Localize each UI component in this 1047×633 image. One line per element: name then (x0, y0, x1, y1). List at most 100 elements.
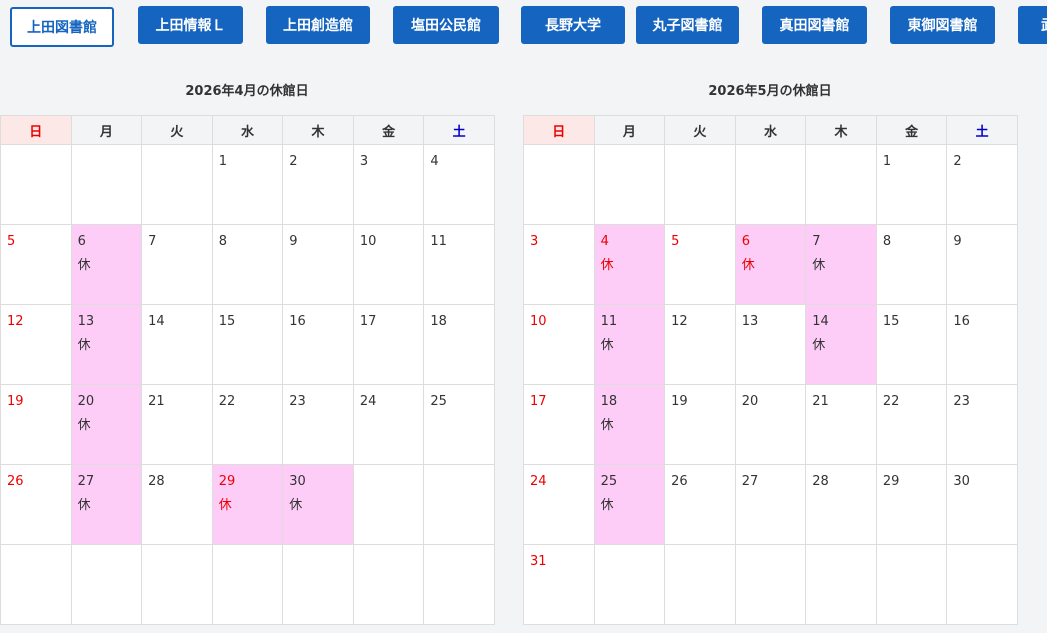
day-number: 4 (600, 234, 609, 249)
day-number: 15 (882, 314, 900, 329)
day-number: 26 (671, 474, 688, 489)
day-number: 27 (77, 474, 95, 489)
weekday-header: 月 (593, 115, 666, 145)
calendar-day (0, 144, 72, 225)
day-number: 31 (530, 554, 547, 569)
day-number: 29 (218, 474, 236, 489)
weekday-header: 土 (423, 115, 495, 145)
weekday-header: 土 (946, 115, 1018, 145)
day-number: 16 (953, 314, 970, 329)
calendar-day: 28 (805, 464, 877, 545)
calendar-day (70, 544, 143, 625)
calendar-week-row: 12 13 休 14 15 16 17 18 (0, 304, 495, 385)
closed-mark: 休 (812, 258, 826, 273)
day-number: 13 (77, 314, 95, 329)
day-number: 6 (77, 234, 86, 249)
library-tab[interactable]: 丸子図書館 (636, 6, 739, 44)
closed-mark: 休 (600, 338, 614, 353)
day-number: 24 (530, 474, 547, 489)
weekday-header: 木 (282, 115, 354, 145)
day-number: 9 (289, 234, 298, 249)
calendar-title: 2026年5月の休館日 (708, 84, 832, 99)
calendar-day-closed: 6休 (734, 224, 807, 305)
day-number: 14 (812, 314, 829, 329)
calendar-day: 22 (875, 384, 948, 465)
day-number: 30 (953, 474, 970, 489)
day-number: 2 (289, 154, 298, 169)
library-tab[interactable]: 塩田公民館 (393, 6, 499, 44)
calendar-day: 15 (211, 304, 284, 385)
calendar-day (664, 144, 736, 225)
calendar-day (423, 464, 495, 545)
library-tab[interactable]: 上田情報Ｌ (138, 6, 243, 44)
day-number: 30 (289, 474, 306, 489)
day-number: 10 (530, 314, 547, 329)
calendar-day-closed: 18 休 (593, 384, 666, 465)
library-tab[interactable]: 東御図書館 (890, 6, 995, 44)
calendar-day (664, 544, 736, 625)
calendar-day: 12 (0, 304, 72, 385)
library-tab[interactable]: 武 (1018, 6, 1047, 44)
library-tab[interactable]: 上田創造館 (266, 6, 370, 44)
calendar-day: 18 (423, 304, 495, 385)
day-number: 11 (600, 314, 618, 329)
closed-mark: 休 (218, 498, 232, 513)
calendar-day (423, 544, 495, 625)
day-number: 18 (600, 394, 618, 409)
calendar-day (593, 144, 666, 225)
day-number: 7 (812, 234, 821, 249)
calendar-day: 1 (875, 144, 948, 225)
calendar-day-closed: 30 休 (282, 464, 354, 545)
day-number: 16 (289, 314, 306, 329)
calendar-day (875, 544, 948, 625)
calendar-week-row: 5 6 休 7 8 9 10 11 (0, 224, 495, 305)
calendar-day: 10 (352, 224, 425, 305)
calendar-day: 13 (734, 304, 807, 385)
day-number: 23 (953, 394, 970, 409)
day-number: 25 (430, 394, 447, 409)
weekday-header: 月 (70, 115, 143, 145)
calendar-day: 14 (141, 304, 213, 385)
calendar-day (0, 544, 72, 625)
calendar-week-row: 10 11 休 12 13 14 休 15 16 (523, 304, 1018, 385)
weekday-header: 金 (875, 115, 948, 145)
calendar-title: 2026年4月の休館日 (185, 84, 309, 99)
calendar-day (734, 544, 807, 625)
day-number: 17 (530, 394, 547, 409)
calendar-day: 8 (875, 224, 948, 305)
closed-mark: 休 (812, 338, 826, 353)
calendar-day-closed: 20 休 (70, 384, 143, 465)
calendar-day (805, 544, 877, 625)
calendar-day: 24 (352, 384, 425, 465)
day-number: 17 (359, 314, 377, 329)
day-number: 28 (148, 474, 165, 489)
calendar-day: 7 (141, 224, 213, 305)
calendar-day: 1 (211, 144, 284, 225)
calendar-day-closed: 29 休 (211, 464, 284, 545)
weekday-header: 水 (211, 115, 284, 145)
calendar-day: 31 (523, 544, 595, 625)
closed-mark: 休 (600, 258, 614, 273)
library-tab[interactable]: 真田図書館 (762, 6, 867, 44)
calendar-day (141, 544, 213, 625)
calendar-day (282, 544, 354, 625)
calendar-day: 26 (0, 464, 72, 545)
library-tabs: 上田図書館上田情報Ｌ 上田創造館塩田公民館長野大学丸子図書館真田図書館東御図書館武 (0, 0, 1047, 60)
closed-mark: 休 (77, 418, 91, 433)
calendar-day: 16 (282, 304, 354, 385)
closed-mark: 休 (77, 338, 91, 353)
library-tab[interactable]: 上田図書館 (10, 7, 114, 47)
library-tab[interactable]: 長野大学 (521, 6, 625, 44)
day-number: 29 (882, 474, 900, 489)
calendar-day: 5 (0, 224, 72, 305)
calendar-day: 27 (734, 464, 807, 545)
day-number: 20 (741, 394, 759, 409)
day-number: 5 (671, 234, 680, 249)
closed-mark: 休 (289, 498, 303, 513)
calendar-day-closed: 6休 (70, 224, 143, 305)
calendar-day: 2 (946, 144, 1018, 225)
day-number: 22 (218, 394, 236, 409)
day-number: 26 (7, 474, 24, 489)
calendar-day: 9 (946, 224, 1018, 305)
calendar-day (734, 144, 807, 225)
